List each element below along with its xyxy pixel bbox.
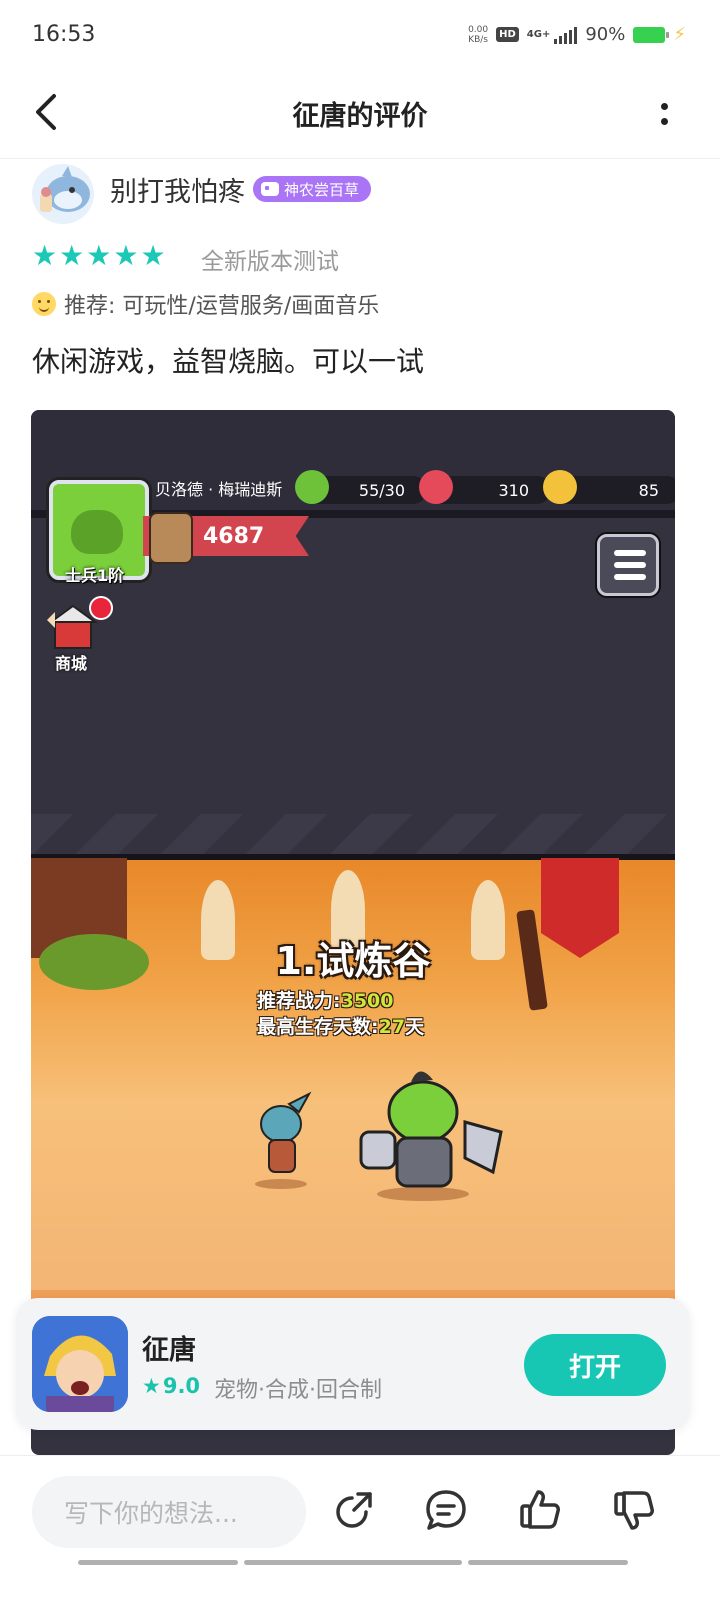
charging-icon: ⚡ xyxy=(673,24,686,45)
gamepad-icon xyxy=(261,182,279,196)
rating-stars: ★ ★ ★ ★ ★ xyxy=(32,240,166,272)
thumbs-down-icon[interactable] xyxy=(610,1486,658,1534)
share-icon[interactable] xyxy=(330,1486,378,1534)
app-name: 征唐 xyxy=(142,1335,196,1366)
notification-dot xyxy=(89,596,113,620)
energy-icon xyxy=(295,470,329,504)
review-body: 休闲游戏，益智烧脑。可以一试 xyxy=(32,345,425,378)
nav-indicator xyxy=(244,1560,462,1565)
gem-icon xyxy=(419,470,453,504)
header-bar: 征唐的评价 xyxy=(0,72,720,159)
more-dots-icon xyxy=(660,103,668,110)
app-card[interactable]: 征唐 ★ 9.0 宠物·合成·回合制 打开 xyxy=(16,1298,690,1430)
battery-icon xyxy=(633,26,670,43)
rating-tag: 全新版本测试 xyxy=(201,249,339,275)
game-menu-icon xyxy=(597,534,659,596)
user-avatar[interactable] xyxy=(32,164,94,224)
comment-input[interactable]: 写下你的想法... xyxy=(32,1476,306,1548)
comment-icon[interactable] xyxy=(422,1486,470,1534)
orc-character xyxy=(359,1071,503,1201)
app-icon[interactable] xyxy=(32,1316,128,1412)
shark-avatar-icon xyxy=(40,166,90,212)
axe-shield-icon xyxy=(149,512,193,564)
game-energy: 55/30 xyxy=(295,470,427,504)
hero-icon xyxy=(32,1316,128,1412)
game-player-name: 贝洛德 · 梅瑞迪斯 xyxy=(155,480,283,499)
game-pattern xyxy=(31,814,675,854)
app-score: ★ 9.0 xyxy=(142,1374,201,1398)
nav-indicator xyxy=(78,1560,238,1565)
status-icons: 0.00 KB/s HD 4G+ 90% ⚡ xyxy=(468,24,686,45)
game-shop-label: 商城 xyxy=(55,654,88,673)
signal-icon xyxy=(554,26,578,44)
star-icon: ★ xyxy=(59,239,85,272)
open-app-button[interactable]: 打开 xyxy=(524,1334,666,1396)
energy-value: 55/30 xyxy=(358,480,405,500)
hd-icon: HD xyxy=(496,27,519,42)
status-bar: 16:53 0.00 KB/s HD 4G+ 90% ⚡ xyxy=(0,0,720,72)
game-recommended-power: 推荐战力:3500 xyxy=(257,990,394,1012)
bottom-bar: 写下你的想法... xyxy=(0,1455,720,1601)
game-stage-title: 1.试炼谷 xyxy=(275,939,431,983)
star-icon: ★ xyxy=(86,239,112,272)
game-rank: 士兵1阶 xyxy=(65,566,125,585)
star-icon: ★ xyxy=(142,1374,161,1398)
badge-label: 神农尝百草 xyxy=(284,180,360,199)
recommend-text: 推荐: 可玩性/运营服务/画面音乐 xyxy=(64,294,380,319)
smile-icon xyxy=(32,292,56,316)
game-gems: 310 xyxy=(419,470,551,504)
coins-value: 85 xyxy=(638,480,659,500)
net-speed: 0.00 KB/s xyxy=(468,25,488,45)
star-icon: ★ xyxy=(113,239,139,272)
page-title: 征唐的评价 xyxy=(292,101,428,132)
recommend-line: 推荐: 可玩性/运营服务/画面音乐 xyxy=(32,288,379,320)
net-speed-value: 0.00 xyxy=(468,24,489,35)
more-options-button[interactable] xyxy=(652,96,676,132)
coin-icon xyxy=(543,470,577,504)
net-speed-unit: KB/s xyxy=(468,34,488,45)
game-max-days: 最高生存天数:27天 xyxy=(257,1016,425,1038)
star-icon: ★ xyxy=(32,239,58,272)
network-type: 4G+ xyxy=(526,29,551,40)
battery-percent: 90% xyxy=(585,24,626,45)
username[interactable]: 别打我怕疼 xyxy=(110,170,245,209)
app-tags: 宠物·合成·回合制 xyxy=(214,1378,382,1403)
goblin-character xyxy=(255,1091,312,1189)
gems-value: 310 xyxy=(498,480,529,500)
nav-indicator xyxy=(468,1560,628,1565)
status-time: 16:53 xyxy=(32,22,96,47)
user-badge: 神农尝百草 xyxy=(253,176,372,202)
game-coins: 85 xyxy=(543,470,675,504)
star-icon: ★ xyxy=(140,239,166,272)
thumbs-up-icon[interactable] xyxy=(516,1486,564,1534)
